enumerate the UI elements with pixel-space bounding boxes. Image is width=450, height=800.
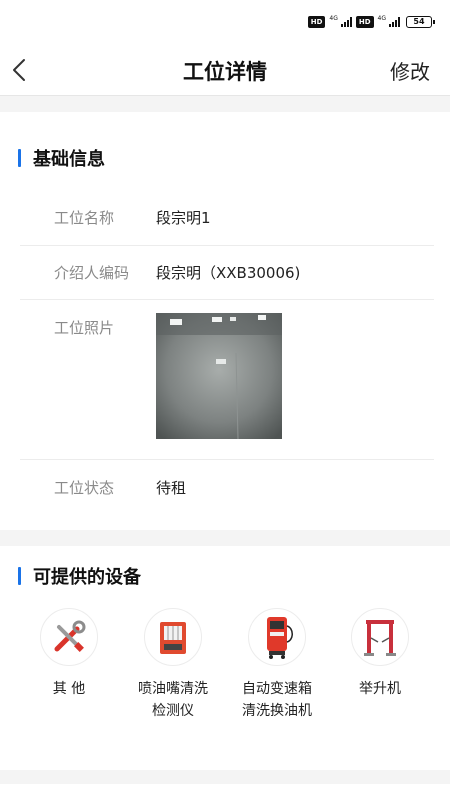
hd-badge: HD [355,16,374,28]
section-header: 可提供的设备 [18,564,141,588]
equipment-label: 喷油嘴清洗检测仪 [138,681,208,719]
equipment-item-car-lift[interactable]: 举升机 [335,608,425,700]
car-lift-icon [364,620,396,656]
equipment-item-transmission-oil-machine[interactable]: 自动变速箱清洗换油机 [232,608,322,722]
station-photo-image [156,313,282,439]
section-title-equipment: 可提供的设备 [33,567,141,588]
injector-cleaner-icon [160,622,186,654]
page-title: 工位详情 [183,60,267,84]
section-header: 基础信息 [18,146,105,170]
equipment-icon-circle [351,608,409,666]
section-accent-bar [18,567,21,585]
bottom-card-edge [0,784,450,800]
station-status-label: 工位状态 [54,479,115,497]
edit-button[interactable]: 修改 [390,56,430,85]
station-name-value: 段宗明1 [156,209,211,227]
equipment-item-other[interactable]: 其 他 [24,608,114,700]
signal-icon [389,17,400,27]
tools-icon [54,620,86,652]
station-photo[interactable] [156,313,282,439]
network-type: 4G [329,14,338,22]
section-accent-bar [18,149,21,167]
equipment-icon-circle [40,608,98,666]
equipment-icon-circle [248,608,306,666]
equipment-card: 可提供的设备 其 他 喷油嘴清洗检测仪 自动变速箱清洗换油机 举升机 [0,546,450,770]
transmission-oil-machine-icon [267,617,293,659]
status-icons: HD 4G HD 4G 54 [307,14,435,28]
referrer-code-value: 段宗明（XXB30006) [156,264,301,282]
equipment-label: 自动变速箱清洗换油机 [242,681,312,719]
equipment-icon-circle [144,608,202,666]
divider [20,299,434,300]
signal-icon [340,17,352,27]
station-photo-label: 工位照片 [54,319,115,337]
equipment-label: 举升机 [359,681,401,697]
section-title-basic-info: 基础信息 [33,149,105,170]
referrer-code-label: 介绍人编码 [54,264,130,282]
hd-badge: HD [307,16,326,28]
station-name-label: 工位名称 [54,209,115,227]
divider [20,459,434,460]
equipment-item-injector-cleaner[interactable]: 喷油嘴清洗检测仪 [128,608,218,722]
station-status-value: 待租 [156,479,187,497]
status-bar: HD 4G HD 4G 54 [0,0,450,44]
network-type: 4G [377,14,386,22]
nav-bar: 工位详情 修改 [0,44,450,96]
equipment-label: 其 他 [52,681,86,697]
battery-icon: 54 [406,16,435,28]
divider [20,245,434,246]
basic-info-card: 基础信息 工位名称 段宗明1 介绍人编码 段宗明（XXB30006) 工位照片 [0,112,450,530]
